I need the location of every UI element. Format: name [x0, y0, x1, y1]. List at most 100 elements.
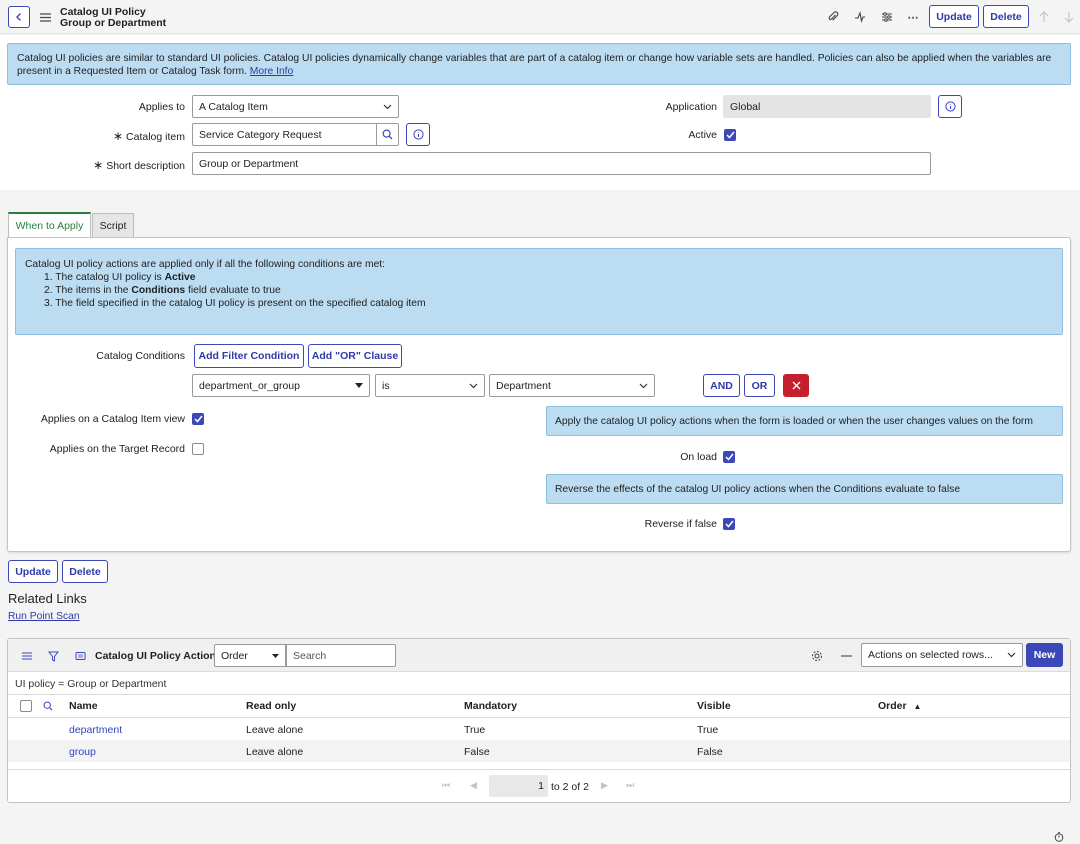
- reverse-checkbox[interactable]: [723, 518, 735, 530]
- add-or-clause-button[interactable]: Add "OR" Clause: [308, 344, 402, 368]
- form-header: Catalog UI Policy Group or Department ⋯ …: [0, 0, 1080, 34]
- list-menu-icon[interactable]: [20, 649, 34, 663]
- pagination-range: to 2 of 2: [551, 781, 589, 793]
- footer-update-button[interactable]: Update: [8, 560, 58, 583]
- checkmark-icon: [725, 131, 735, 139]
- previous-page-icon[interactable]: ◀: [470, 780, 477, 791]
- page-number-input[interactable]: 1: [489, 775, 548, 797]
- first-page-icon[interactable]: ⏮: [442, 780, 450, 791]
- catalog-conditions-label: Catalog Conditions: [96, 350, 185, 362]
- more-info-link[interactable]: More Info: [250, 66, 294, 77]
- collapse-list-icon[interactable]: [839, 649, 853, 663]
- search-icon: [382, 129, 393, 140]
- settings-sliders-icon[interactable]: [880, 10, 894, 24]
- tab-script[interactable]: Script: [92, 213, 134, 237]
- intro-banner: Catalog UI policies are similar to stand…: [7, 43, 1071, 85]
- previous-record-icon[interactable]: [1037, 10, 1051, 24]
- short-description-label: ∗ Short description: [93, 158, 185, 172]
- conditions-item-1: 1. The catalog UI policy is Active: [44, 272, 196, 283]
- tab-when-to-apply[interactable]: When to Apply: [8, 212, 91, 238]
- active-label: Active: [688, 129, 717, 141]
- column-header-visible[interactable]: Visible: [697, 700, 731, 712]
- column-header-mandatory[interactable]: Mandatory: [464, 700, 517, 712]
- filter-icon[interactable]: [46, 649, 60, 663]
- record-name: Group or Department: [60, 17, 167, 29]
- application-label: Application: [665, 101, 717, 113]
- condition-operator-select[interactable]: is: [375, 374, 485, 397]
- delete-button[interactable]: Delete: [983, 5, 1029, 28]
- more-options-icon[interactable]: ⋯: [906, 10, 920, 24]
- catalog-item-info-button[interactable]: [406, 123, 430, 146]
- hamburger-menu-icon[interactable]: [38, 10, 52, 24]
- applies-to-label: Applies to: [138, 101, 185, 113]
- timer-icon[interactable]: [1053, 831, 1065, 843]
- required-marker: ∗: [112, 129, 124, 143]
- column-header-name[interactable]: Name: [69, 700, 98, 712]
- list-search-input[interactable]: Search: [286, 644, 396, 667]
- applies-target-checkbox[interactable]: [192, 443, 204, 455]
- next-page-icon[interactable]: ▶: [601, 780, 608, 791]
- condition-field-value: department_or_group: [199, 379, 300, 392]
- onload-checkbox[interactable]: [723, 451, 735, 463]
- list-settings-gear-icon[interactable]: [810, 649, 824, 663]
- condition-field-select[interactable]: department_or_group: [192, 374, 370, 397]
- select-all-checkbox[interactable]: [20, 700, 32, 712]
- add-filter-condition-button[interactable]: Add Filter Condition: [194, 344, 304, 368]
- row-name-link[interactable]: department: [69, 724, 122, 736]
- table-row: department Leave alone True True: [8, 718, 1070, 740]
- rows-divider: [8, 769, 1070, 770]
- table-row: group Leave alone False False: [8, 740, 1070, 762]
- row-visible: True: [697, 724, 719, 736]
- chevron-down-icon: [1007, 652, 1016, 658]
- last-page-icon[interactable]: ⏭: [626, 780, 634, 791]
- list-context-icon[interactable]: [73, 649, 87, 663]
- column-search-icon[interactable]: [41, 699, 55, 713]
- breadcrumb-divider: [8, 694, 1070, 695]
- applies-to-value: A Catalog Item: [199, 100, 268, 113]
- activity-icon[interactable]: [853, 10, 867, 24]
- active-checkbox[interactable]: [724, 129, 736, 141]
- column-header-order[interactable]: Order ▲: [878, 700, 921, 712]
- applies-to-select[interactable]: A Catalog Item: [192, 95, 399, 118]
- related-links-title: Related Links: [8, 591, 87, 606]
- remove-condition-button[interactable]: [783, 374, 809, 397]
- update-button[interactable]: Update: [929, 5, 979, 28]
- footer-delete-button[interactable]: Delete: [62, 560, 108, 583]
- conditions-item-3: 3. The field specified in the catalog UI…: [44, 298, 426, 309]
- applies-target-label: Applies on the Target Record: [49, 443, 185, 455]
- list-search-field-value: Order: [221, 649, 248, 662]
- onload-hint-banner: Apply the catalog UI policy actions when…: [546, 406, 1063, 436]
- reverse-label: Reverse if false: [644, 518, 717, 530]
- condition-value-select[interactable]: Department: [489, 374, 655, 397]
- info-icon: [944, 101, 956, 112]
- conditions-banner: Catalog UI policy actions are applied on…: [15, 248, 1063, 335]
- list-search-field-select[interactable]: Order: [214, 644, 286, 667]
- catalog-item-value: Service Category Request: [199, 128, 322, 141]
- application-info-button[interactable]: [938, 95, 962, 118]
- new-button[interactable]: New: [1026, 643, 1063, 667]
- or-condition-button[interactable]: OR: [744, 374, 775, 397]
- row-name-link[interactable]: group: [69, 746, 96, 758]
- chevron-left-icon: [16, 13, 21, 21]
- actions-on-selected-rows-select[interactable]: Actions on selected rows...: [861, 643, 1023, 667]
- attachment-icon[interactable]: [826, 10, 840, 24]
- intro-banner-text: Catalog UI policies are similar to stand…: [17, 53, 1052, 77]
- conditions-banner-intro: Catalog UI policy actions are applied on…: [25, 259, 386, 270]
- next-record-icon[interactable]: [1062, 10, 1076, 24]
- applies-catalog-view-checkbox[interactable]: [192, 413, 204, 425]
- row-visible: False: [697, 746, 723, 758]
- catalog-item-input[interactable]: Service Category Request: [192, 123, 377, 146]
- row-mandatory: True: [464, 724, 486, 736]
- list-breadcrumb: UI policy = Group or Department: [15, 678, 167, 690]
- checkmark-icon: [193, 415, 203, 423]
- run-point-scan-link[interactable]: Run Point Scan: [8, 611, 80, 622]
- condition-value: Department: [496, 379, 551, 392]
- chevron-down-icon: [383, 104, 392, 109]
- back-button[interactable]: [8, 6, 30, 28]
- column-header-read-only[interactable]: Read only: [246, 700, 296, 712]
- condition-operator-value: is: [382, 379, 390, 392]
- catalog-item-lookup-button[interactable]: [376, 123, 399, 146]
- and-condition-button[interactable]: AND: [703, 374, 740, 397]
- short-description-input[interactable]: Group or Department: [192, 152, 931, 175]
- close-icon: [792, 381, 800, 390]
